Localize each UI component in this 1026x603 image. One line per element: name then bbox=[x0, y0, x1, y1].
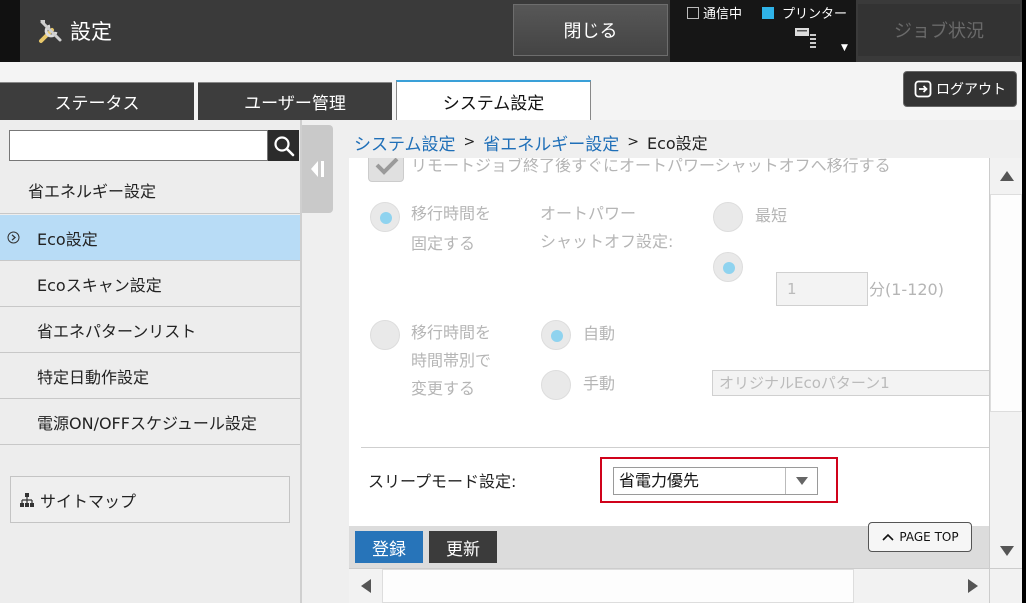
top-bar: 設定 閉じる 通信中 プリンター ▼ ジョブ状況 bbox=[0, 0, 1022, 62]
apo-label-line2: シャットオフ設定: bbox=[540, 232, 674, 251]
logout-button[interactable]: ログアウト bbox=[903, 71, 1017, 107]
page-top-button[interactable]: PAGE TOP bbox=[868, 522, 972, 552]
chevron-down-icon bbox=[785, 468, 817, 494]
scroll-down-icon[interactable] bbox=[991, 534, 1022, 568]
vertical-scroll-thumb[interactable] bbox=[990, 194, 1022, 412]
close-button[interactable]: 閉じる bbox=[513, 4, 668, 56]
search-icon bbox=[273, 135, 294, 156]
time-band-label-line2: 時間帯別で bbox=[411, 351, 492, 370]
vertical-scrollbar[interactable] bbox=[989, 158, 1022, 568]
remote-job-apo-checkbox[interactable] bbox=[368, 158, 404, 182]
sidebar-item-label: 省エネパターンリスト bbox=[37, 321, 197, 341]
manual-radio[interactable] bbox=[541, 370, 571, 400]
breadcrumb: システム設定 > 省エネルギー設定 > Eco設定 bbox=[354, 130, 708, 155]
search-button[interactable] bbox=[268, 130, 299, 161]
comm-status-label: 通信中 bbox=[703, 7, 743, 22]
minutes-input[interactable]: 1 bbox=[776, 272, 868, 306]
fixed-time-radio[interactable] bbox=[370, 202, 400, 232]
sitemap-icon bbox=[20, 492, 34, 507]
screen-frame: 設定 閉じる 通信中 プリンター ▼ ジョブ状況 ステータス ユーザー管理 シス… bbox=[0, 0, 1026, 603]
horizontal-scrollbar[interactable] bbox=[349, 568, 989, 603]
shortest-label: 最短 bbox=[755, 206, 788, 225]
scrollbar-corner bbox=[989, 568, 1022, 603]
section-divider bbox=[361, 447, 989, 448]
printer-status-indicator bbox=[762, 7, 774, 19]
update-button[interactable]: 更新 bbox=[429, 531, 497, 563]
page-top-label: PAGE TOP bbox=[899, 530, 959, 544]
search-input[interactable] bbox=[9, 130, 268, 161]
tab-system-settings[interactable]: システム設定 bbox=[396, 80, 591, 120]
printer-icon[interactable] bbox=[793, 24, 819, 50]
sidebar-item-eco-scan-settings[interactable]: Ecoスキャン設定 bbox=[0, 261, 300, 307]
chevron-right-circle-icon bbox=[7, 231, 20, 244]
sleep-mode-label: スリープモード設定: bbox=[368, 472, 517, 491]
app-title-text: 設定 bbox=[70, 20, 112, 44]
auto-radio[interactable] bbox=[541, 320, 571, 350]
sleep-mode-select[interactable]: 省電力優先 bbox=[613, 467, 818, 495]
shortest-radio[interactable] bbox=[713, 202, 743, 232]
breadcrumb-separator: > bbox=[627, 134, 639, 150]
sitemap-label: サイトマップ bbox=[40, 491, 137, 511]
breadcrumb-current: Eco設定 bbox=[646, 134, 708, 153]
eco-pattern-select[interactable]: オリジナルEcoパターン1 bbox=[712, 370, 989, 396]
scroll-left-icon[interactable] bbox=[349, 569, 382, 603]
sidebar-item-specific-day-settings[interactable]: 特定日動作設定 bbox=[0, 353, 300, 399]
sidebar-item-eco-settings[interactable]: Eco設定 bbox=[0, 215, 300, 261]
sidebar: 省エネルギー設定 Eco設定 Ecoスキャン設定 省エネパターンリスト 特定日動… bbox=[0, 120, 300, 603]
sidebar-item-power-schedule[interactable]: 電源ON/OFFスケジュール設定 bbox=[0, 399, 300, 445]
chevron-up-icon bbox=[882, 533, 894, 541]
remote-job-apo-label: リモートジョブ終了後すぐにオートパワーシャットオフへ移行する bbox=[411, 158, 891, 175]
sidebar-collapse-handle[interactable] bbox=[302, 125, 333, 213]
printer-dropdown-icon[interactable]: ▼ bbox=[841, 43, 848, 53]
breadcrumb-energy-settings[interactable]: 省エネルギー設定 bbox=[483, 130, 619, 155]
register-button[interactable]: 登録 bbox=[355, 531, 423, 563]
sidebar-item-label: 特定日動作設定 bbox=[37, 367, 150, 387]
screen: 設定 閉じる 通信中 プリンター ▼ ジョブ状況 ステータス ユーザー管理 シス… bbox=[0, 0, 1022, 603]
left-strip bbox=[0, 0, 20, 62]
scroll-up-icon[interactable] bbox=[991, 158, 1022, 194]
apo-label-line1: オートパワー bbox=[540, 204, 637, 223]
logout-icon bbox=[914, 80, 932, 98]
minutes-radio[interactable] bbox=[713, 252, 743, 282]
breadcrumb-system-settings[interactable]: システム設定 bbox=[354, 130, 456, 155]
time-band-radio[interactable] bbox=[370, 320, 400, 350]
tab-bar: ステータス ユーザー管理 システム設定 ログアウト bbox=[0, 62, 1022, 120]
tab-status[interactable]: ステータス bbox=[0, 82, 194, 120]
sleep-mode-value: 省電力優先 bbox=[619, 471, 700, 490]
status-area: 通信中 プリンター ▼ bbox=[670, 0, 856, 62]
time-band-label-line1: 移行時間を bbox=[411, 323, 492, 342]
auto-label: 自動 bbox=[583, 324, 616, 343]
comm-status-indicator bbox=[687, 7, 699, 19]
sidebar-heading[interactable]: 省エネルギー設定 bbox=[0, 166, 300, 214]
logout-label: ログアウト bbox=[936, 82, 1006, 98]
minutes-suffix: 分(1-120) bbox=[869, 280, 944, 299]
sidebar-item-label: 電源ON/OFFスケジュール設定 bbox=[37, 413, 257, 433]
fixed-time-label-line1: 移行時間を bbox=[411, 204, 492, 223]
checkmark-icon bbox=[375, 158, 399, 175]
scroll-right-icon[interactable] bbox=[956, 569, 989, 603]
job-status-button[interactable]: ジョブ状況 bbox=[858, 4, 1020, 56]
sidebar-item-energy-pattern-list[interactable]: 省エネパターンリスト bbox=[0, 307, 300, 353]
breadcrumb-separator: > bbox=[463, 134, 476, 150]
app-title: 設定 bbox=[36, 13, 112, 49]
tools-icon bbox=[39, 20, 62, 43]
time-band-label-line3: 変更する bbox=[411, 379, 476, 398]
fixed-time-label-line2: 固定する bbox=[411, 234, 476, 253]
tab-user-management[interactable]: ユーザー管理 bbox=[198, 82, 392, 120]
printer-status-label: プリンター bbox=[782, 7, 848, 22]
settings-content: リモートジョブ終了後すぐにオートパワーシャットオフへ移行する 移行時間を 固定す… bbox=[349, 158, 989, 568]
sidebar-item-label: Ecoスキャン設定 bbox=[37, 275, 162, 295]
manual-label: 手動 bbox=[583, 374, 616, 393]
sidebar-item-label: Eco設定 bbox=[37, 229, 98, 249]
horizontal-scroll-thumb[interactable] bbox=[382, 569, 854, 603]
collapse-left-icon bbox=[310, 161, 324, 177]
sitemap-button[interactable]: サイトマップ bbox=[10, 476, 290, 523]
